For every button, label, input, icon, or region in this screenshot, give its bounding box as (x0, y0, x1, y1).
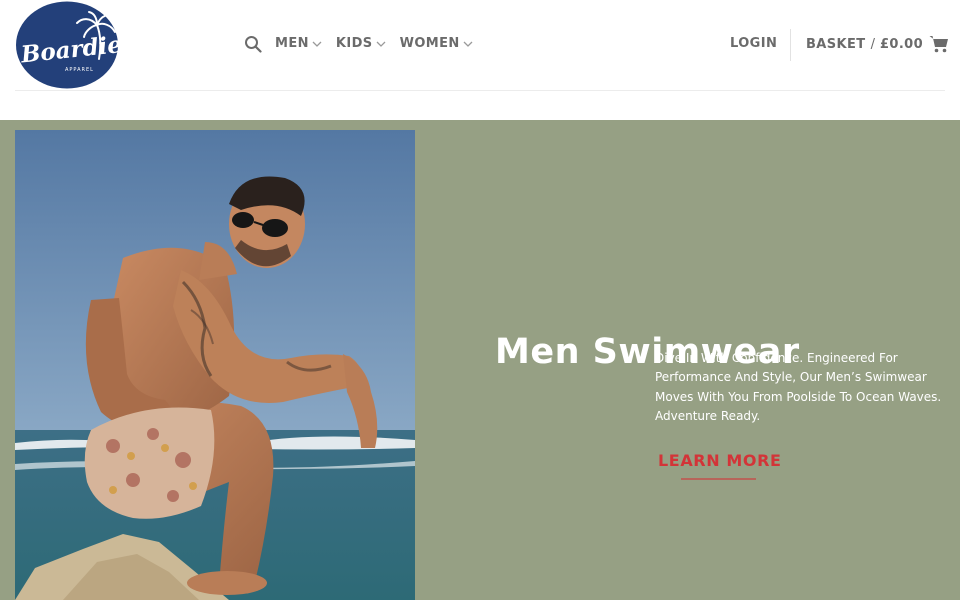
hero-banner: Men Swimwear Dive In With Confidence. En… (0, 120, 960, 600)
header-bottom-rule (15, 90, 945, 91)
chevron-down-icon (463, 41, 473, 47)
chevron-down-icon (312, 41, 322, 47)
main-navigation: MEN KIDS WOMEN (275, 36, 487, 51)
chevron-down-icon (376, 41, 386, 47)
basket-separator: / (870, 36, 875, 52)
basket-total: £0.00 (879, 36, 924, 52)
logo-emblem: Boardies APPAREL (16, 1, 136, 89)
hero-description: Dive In With Confidence. Engineered For … (655, 351, 942, 423)
brand-logo[interactable]: Boardies APPAREL (15, 1, 136, 89)
nav-item-kids[interactable]: KIDS (336, 36, 386, 51)
header-divider (790, 29, 791, 61)
nav-item-label: KIDS (335, 36, 373, 51)
nav-item-label: MEN (275, 36, 309, 51)
basket-label: BASKET (806, 36, 866, 52)
site-header: Boardies APPAREL MEN KIDS WOMEN LOGIN BA… (0, 0, 960, 120)
learn-more-button[interactable]: LEARN MORE (658, 451, 782, 470)
basket-link[interactable]: BASKET / £0.00 (806, 34, 949, 54)
learn-more-underline (681, 478, 756, 480)
login-link[interactable]: LOGIN (730, 36, 777, 51)
nav-item-men[interactable]: MEN (275, 36, 322, 51)
cart-icon (929, 36, 949, 53)
logo-subtitle: APPAREL (65, 67, 94, 73)
nav-item-women[interactable]: WOMEN (400, 36, 473, 51)
hero-model-photo (15, 130, 415, 600)
nav-item-label: WOMEN (399, 36, 460, 51)
search-icon[interactable] (244, 35, 262, 53)
